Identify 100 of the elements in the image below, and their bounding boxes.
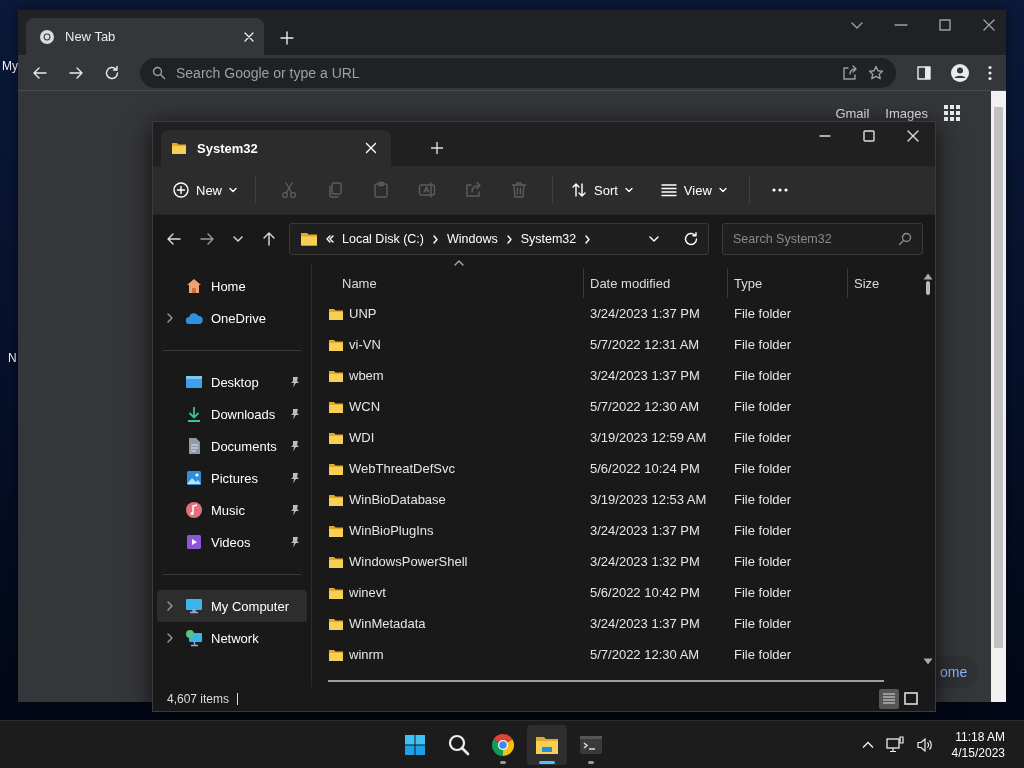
table-cell-text: 5/6/2022 10:42 PM (589, 585, 701, 600)
sidebar-item[interactable]: Music (157, 494, 307, 526)
file-name[interactable]: WinBioDatabase (349, 492, 446, 507)
picture-icon (185, 469, 203, 487)
table-cell-text: 5/6/2022 10:24 PM (589, 461, 701, 476)
search-field[interactable]: Search System32 (722, 223, 923, 255)
file-name[interactable]: winevt (349, 585, 386, 600)
address-field[interactable]: Local Disk (C:) Windows System32 (289, 223, 709, 255)
shortcut-button[interactable]: ome (936, 656, 980, 688)
sidebar-item[interactable]: Documents (157, 430, 307, 462)
video-icon (185, 533, 203, 551)
file-name[interactable]: WCN (349, 399, 381, 414)
new-button[interactable]: New (165, 176, 245, 204)
up-arrow-icon[interactable] (261, 231, 277, 247)
file-name[interactable]: WebThreatDefSvc (349, 461, 455, 476)
table-cell-text: File folder (733, 616, 793, 631)
back-icon[interactable] (166, 231, 182, 247)
chrome-logo-icon (490, 732, 515, 757)
file-name[interactable]: vi-VN (349, 337, 381, 352)
network-icon (185, 629, 203, 647)
file-name[interactable]: WDI (349, 430, 375, 445)
sidebar-label: OneDrive (211, 310, 267, 326)
column-header[interactable]: Date modified (583, 268, 727, 298)
star-icon[interactable] (868, 64, 884, 81)
clock[interactable]: 11:18 AM 4/15/2023 (951, 729, 1005, 760)
sidebar-item[interactable]: Downloads (157, 398, 307, 430)
side-panel-icon[interactable] (916, 64, 932, 81)
table-cell-text: 5/7/2022 12:30 AM (589, 399, 701, 414)
header-link[interactable]: Images (885, 105, 928, 121)
forward-icon[interactable] (199, 231, 215, 247)
breadcrumb-item[interactable]: System32 (520, 232, 577, 246)
profile-icon[interactable] (950, 62, 970, 83)
table-cell-text: 3/24/2023 1:37 PM (589, 523, 701, 538)
breadcrumb-item[interactable]: Local Disk (C:) (342, 232, 424, 246)
expand-chevron-icon[interactable] (167, 600, 173, 611)
table-cell-text: File folder (733, 399, 793, 414)
table-cell-text: File folder (733, 430, 793, 445)
refresh-icon[interactable] (684, 232, 698, 246)
file-name[interactable]: wbem (349, 368, 384, 383)
table-cell-text: File folder (733, 585, 793, 600)
table-cell-text: 3/24/2023 1:32 PM (589, 554, 701, 569)
file-name[interactable]: WindowsPowerShell (349, 554, 468, 569)
view-button[interactable]: View (652, 176, 735, 204)
sidebar-item[interactable]: Pictures (157, 462, 307, 494)
column-header[interactable]: Name (312, 268, 583, 298)
taskbar-button[interactable] (526, 724, 567, 765)
sort-button[interactable]: Sort (563, 176, 641, 204)
horizontal-scrollbar[interactable] (328, 680, 884, 682)
volume-icon[interactable] (915, 735, 934, 754)
menu-icon[interactable] (988, 64, 992, 81)
clock-time: 11:18 AM (955, 729, 1005, 744)
caret-icon (624, 186, 633, 194)
tab-title: New Tab (65, 29, 117, 44)
close-icon[interactable] (982, 18, 996, 32)
table-cell-text: File folder (733, 461, 793, 476)
new-tab-icon[interactable] (280, 30, 294, 45)
caret-icon (718, 186, 727, 194)
address-bar[interactable]: Search Google or type a URL (140, 57, 896, 88)
sort-arrows-icon (571, 182, 587, 198)
sidebar-label: My Computer (211, 598, 291, 614)
more-icon[interactable] (771, 188, 788, 192)
caret-icon (229, 186, 237, 194)
file-name[interactable]: WinMetadata (349, 616, 426, 631)
network-icon[interactable] (885, 735, 904, 754)
header-link[interactable]: Gmail (835, 105, 870, 121)
new-tab-icon[interactable] (431, 142, 443, 154)
scrollbar[interactable] (991, 91, 1006, 702)
explorer-tab[interactable]: System32 (161, 130, 391, 166)
scroll-up-icon[interactable] (923, 273, 933, 280)
item-count: 4,607 items (167, 693, 239, 705)
table-cell-text: 3/19/2023 12:53 AM (589, 492, 708, 507)
browser-tab[interactable]: New Tab (26, 18, 264, 55)
file-name[interactable]: winrm (349, 647, 384, 662)
breadcrumb-item[interactable]: Windows (446, 232, 498, 246)
file-name[interactable]: WinBioPlugIns (349, 523, 434, 538)
table-cell-text: 3/24/2023 1:37 PM (589, 306, 701, 321)
column-header[interactable]: Type (727, 268, 847, 298)
reload-icon[interactable] (104, 64, 120, 81)
maximize-icon[interactable] (938, 18, 952, 32)
music-icon (185, 501, 203, 519)
expand-chevron-icon[interactable] (167, 632, 173, 643)
sidebar-item[interactable]: My Computer (157, 590, 307, 622)
expand-chevron-icon[interactable] (167, 312, 173, 323)
sidebar-item[interactable]: Home (157, 270, 307, 302)
table-cell-text: File folder (733, 647, 793, 662)
apps-grid-icon[interactable] (944, 105, 960, 121)
chrome-logo-icon (39, 28, 55, 45)
table-cell-text: File folder (733, 492, 793, 507)
sidebar-item[interactable]: Videos (157, 526, 307, 558)
table-cell-text: 5/7/2022 12:30 AM (589, 647, 701, 662)
sidebar-item[interactable]: Network (157, 622, 307, 654)
desktop-icon (185, 373, 203, 391)
desktop-icon-label: My (2, 59, 18, 73)
scroll-down-icon[interactable] (923, 658, 933, 665)
column-header[interactable]: Size (847, 268, 920, 298)
share-icon[interactable] (842, 64, 858, 81)
sidebar-item[interactable]: Desktop (157, 366, 307, 398)
scroll-thumb[interactable] (926, 281, 930, 295)
sidebar-item[interactable]: OneDrive (157, 302, 307, 334)
file-name[interactable]: UNP (349, 306, 377, 321)
